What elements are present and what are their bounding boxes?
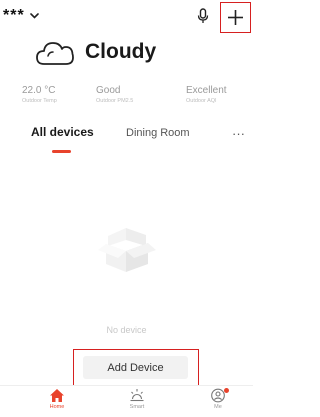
chevron-down-icon xyxy=(29,13,39,19)
metric-label: Outdoor PM2.5 xyxy=(96,98,134,104)
add-button[interactable] xyxy=(220,2,251,33)
metric-aqi: Excellent Outdoor AQI xyxy=(186,85,227,105)
active-tab-indicator xyxy=(52,150,71,153)
tab-dining-room[interactable]: Dining Room xyxy=(126,126,190,140)
home-switcher[interactable]: *** xyxy=(3,8,39,24)
metric-pm25: Good Outdoor PM2.5 xyxy=(96,85,133,105)
microphone-icon xyxy=(197,8,209,23)
empty-box-icon xyxy=(96,218,158,279)
outdoor-metrics: 22.0 °C Outdoor Temp Good Outdoor PM2.5 … xyxy=(0,85,253,111)
tab-all-devices[interactable]: All devices xyxy=(31,125,94,139)
notification-dot xyxy=(224,388,229,393)
bottom-navigation: Home Smart Me xyxy=(0,385,253,417)
metric-label: Outdoor AQI xyxy=(186,98,217,104)
no-device-message: No device xyxy=(106,325,147,335)
metric-temp: 22.0 °C Outdoor Temp xyxy=(22,85,57,105)
nav-label: Home xyxy=(49,404,65,410)
add-device-highlight: Add Device xyxy=(73,349,199,386)
metric-value: 22.0 °C xyxy=(22,85,56,96)
metric-value: Excellent xyxy=(186,85,227,96)
smart-sun-icon xyxy=(130,389,144,402)
nav-label: Smart xyxy=(129,404,145,410)
cloud-icon xyxy=(36,42,74,65)
top-bar: *** xyxy=(0,0,253,36)
home-name: *** xyxy=(3,7,25,24)
add-device-button[interactable]: Add Device xyxy=(83,356,188,379)
microphone-button[interactable] xyxy=(197,8,209,29)
nav-smart[interactable]: Smart xyxy=(117,388,157,410)
metric-label: Outdoor Temp xyxy=(22,98,57,104)
nav-label: Me xyxy=(214,404,222,410)
nav-home[interactable]: Home xyxy=(37,388,77,410)
metric-value: Good xyxy=(96,85,121,96)
plus-icon xyxy=(228,10,243,25)
weather-summary: Cloudy xyxy=(35,38,156,66)
room-tabs: All devices Dining Room xyxy=(0,125,253,155)
weather-condition: Cloudy xyxy=(85,40,157,63)
home-icon xyxy=(50,389,64,402)
more-tabs-button[interactable]: ··· xyxy=(232,126,245,141)
nav-me[interactable]: Me xyxy=(198,388,238,410)
